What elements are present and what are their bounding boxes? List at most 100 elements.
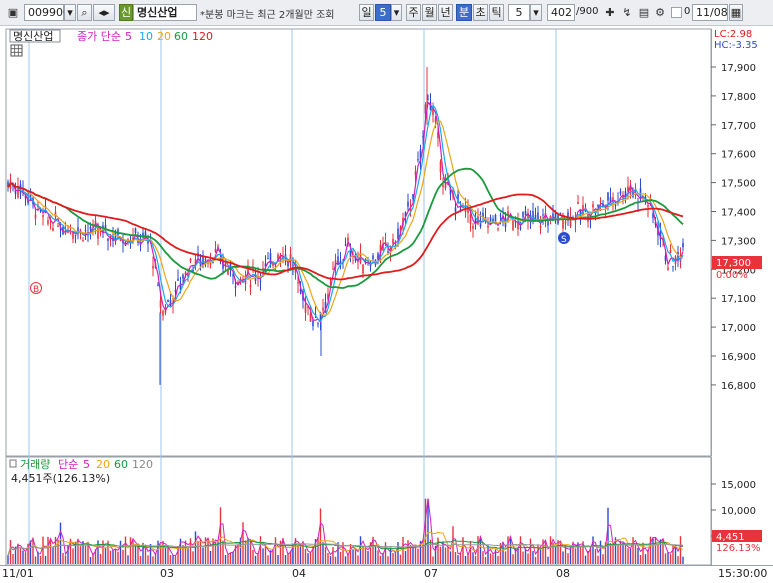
x-label-day1: 11/01 — [2, 567, 34, 580]
volume-bar — [629, 548, 632, 564]
settings-icon[interactable]: ⚙ — [652, 4, 668, 21]
tab-tick[interactable]: 틱 — [489, 4, 504, 21]
volume-bar — [42, 536, 44, 564]
volume-bar — [202, 547, 204, 564]
candle-body — [417, 159, 419, 161]
volume-bar — [172, 555, 174, 564]
chart-area[interactable]: 17,900 17,800 17,700 17,600 17,500 17,400 17,3… — [0, 27, 773, 580]
volume-bar — [492, 554, 494, 564]
window-icon[interactable]: ▣ — [5, 4, 21, 21]
candle-body — [472, 225, 474, 229]
volume-bar — [157, 540, 159, 564]
volume-bar — [669, 554, 672, 564]
volume-bar — [262, 548, 264, 564]
volume-bar — [592, 536, 594, 564]
volume-bar — [482, 551, 484, 564]
grid-toggle-icon[interactable] — [10, 44, 23, 57]
volume-bar — [489, 553, 492, 564]
candle-body — [667, 267, 669, 270]
candle-body — [454, 207, 457, 213]
date-checkbox[interactable] — [671, 7, 682, 18]
volume-bar — [504, 551, 507, 564]
calendar-icon[interactable]: ▦ — [729, 4, 743, 21]
volume-bar — [137, 545, 139, 564]
candle-body — [137, 241, 139, 243]
volume-bar — [524, 548, 527, 564]
volume-bar — [574, 548, 577, 564]
count-total: /900 — [576, 6, 599, 17]
volume-bar — [197, 540, 199, 564]
interval-dropdown-icon[interactable]: ▾ — [530, 4, 542, 21]
candle-body — [322, 307, 324, 311]
drawing-icon[interactable]: ↯ — [619, 4, 635, 21]
volume-bar — [144, 547, 147, 564]
volume-bar — [277, 554, 279, 564]
tab-second[interactable]: 초 — [473, 4, 488, 21]
volume-bar — [254, 555, 257, 564]
candle-body — [574, 221, 577, 223]
candle-body — [547, 221, 549, 226]
stock-code-input[interactable]: 009900 — [24, 4, 70, 21]
volume-bar — [297, 545, 299, 564]
volume-bar — [112, 549, 114, 564]
volume-bar — [397, 542, 399, 564]
price-tick-label: 17,900 — [721, 63, 756, 74]
candle-body — [157, 284, 159, 286]
volume-bar — [664, 553, 667, 564]
candle-body — [309, 313, 312, 322]
count-input[interactable]: 402 — [547, 4, 575, 21]
volume-bar — [484, 556, 487, 564]
volume-bar — [72, 548, 74, 564]
candle-body — [564, 221, 567, 224]
code-dropdown-icon[interactable]: ▾ — [64, 4, 76, 21]
volume-bar — [667, 551, 669, 564]
day-dropdown-icon[interactable]: ▾ — [391, 4, 402, 21]
volume-bar — [327, 552, 329, 564]
volume-bar — [634, 544, 637, 564]
volume-bar — [384, 542, 387, 564]
volume-bar — [639, 554, 642, 564]
volume-bar — [139, 555, 142, 564]
volume-bar — [649, 536, 652, 564]
volume-bar — [22, 550, 24, 564]
volume-bar — [617, 543, 619, 564]
volume-bar — [474, 556, 477, 564]
vol-ma60-label: 60 — [114, 458, 128, 471]
candle-body — [647, 205, 649, 208]
candle-body — [442, 185, 444, 188]
volume-bar — [367, 551, 369, 564]
search-icon[interactable]: ⌕ — [77, 4, 92, 21]
crosshair-icon[interactable]: ✚ — [602, 4, 618, 21]
volume-bar — [189, 538, 192, 564]
chart-svg[interactable]: 17,900 17,800 17,700 17,600 17,500 17,400 17,3… — [0, 27, 773, 580]
volume-bar — [192, 551, 194, 564]
tab-year[interactable]: 년 — [438, 4, 453, 21]
volume-bar — [447, 546, 449, 564]
tab-week[interactable]: 주 — [406, 4, 421, 21]
price-tick-label: 17,800 — [721, 92, 756, 103]
candle-body — [372, 255, 374, 260]
volume-bar — [389, 547, 392, 564]
save-icon[interactable]: ▤ — [636, 4, 652, 21]
candle-body — [672, 266, 674, 268]
volume-bar — [229, 552, 232, 564]
price-tick-label: 17,500 — [721, 179, 756, 190]
tab-minute[interactable]: 분 — [456, 4, 472, 21]
volume-bar — [674, 546, 677, 564]
sound-icon[interactable]: ◂▸ — [93, 4, 115, 21]
date-input[interactable]: 11/08 — [692, 4, 728, 21]
volume-bar — [79, 546, 82, 564]
tab-day-count[interactable]: 5 — [375, 4, 391, 21]
candle-body — [47, 220, 49, 224]
volume-bar — [654, 536, 657, 564]
volume-bar — [44, 556, 47, 564]
tab-day[interactable]: 일 — [359, 4, 374, 21]
stock-name-field[interactable]: 명신산업 — [133, 4, 197, 21]
interval-input[interactable]: 5 — [508, 4, 530, 21]
volume-bar — [24, 552, 27, 564]
candle-body — [392, 238, 394, 244]
tab-month[interactable]: 월 — [422, 4, 437, 21]
volume-bar — [237, 545, 239, 564]
candle-body — [344, 244, 347, 246]
volume-bar — [632, 537, 634, 564]
